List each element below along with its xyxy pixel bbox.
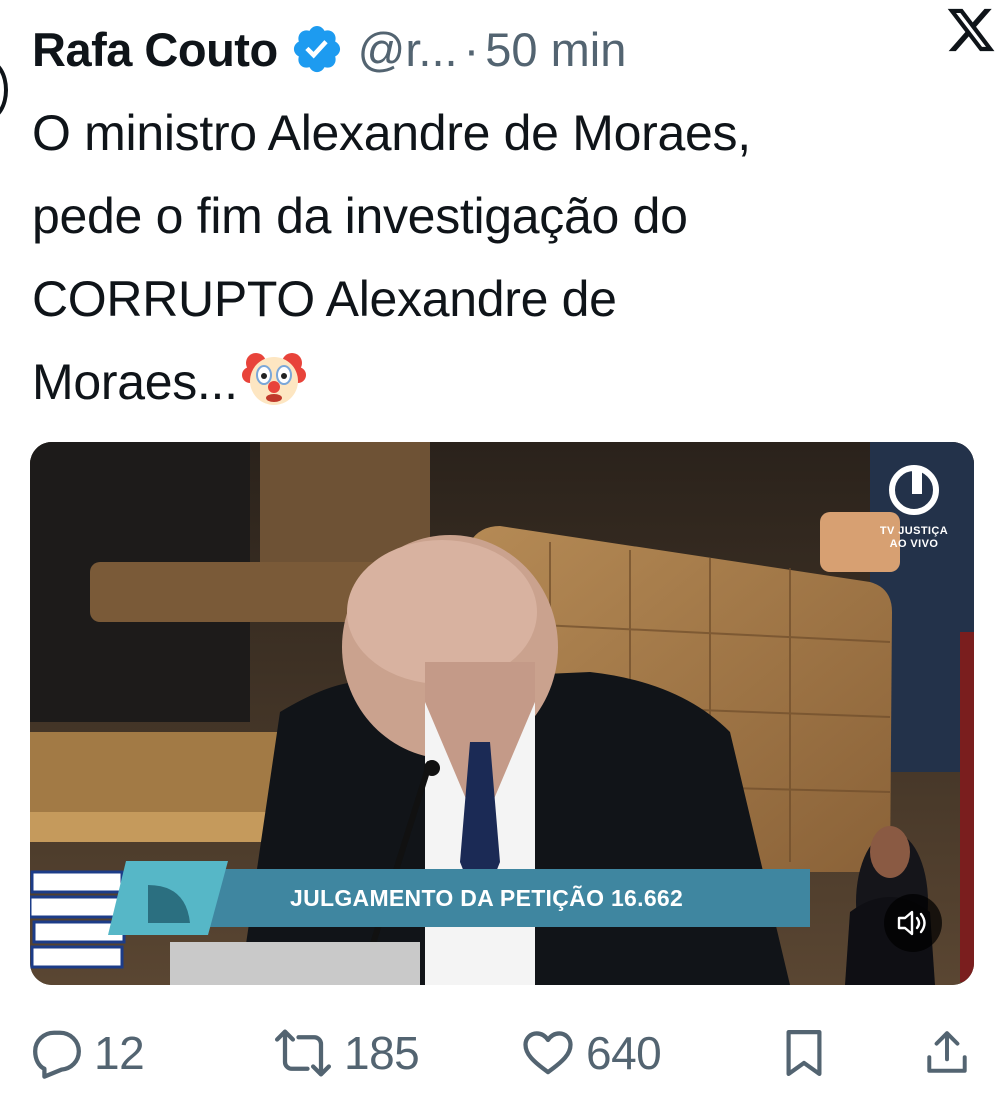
timestamp[interactable]: 50 min [485,22,626,77]
lower-third-caption: JULGAMENTO DA PETIÇÃO 16.662 [200,869,810,927]
tweet-actions: 12 185 640 [30,1018,980,1088]
video-player[interactable]: TV JUSTIÇA AO VIVO JULGAMENTO DA PETIÇÃO… [30,442,974,985]
repost-icon [274,1029,332,1077]
tweet-text: O ministro Alexandre de Moraes, pede o f… [32,92,982,424]
clown-face-emoji-icon [241,353,306,405]
share-button[interactable] [922,1018,972,1088]
avatar[interactable] [0,60,8,120]
reply-button[interactable]: 12 [30,1018,145,1088]
mute-button[interactable] [884,894,942,952]
x-logo-icon[interactable] [945,4,997,56]
reply-count: 12 [94,1027,145,1079]
tv-justica-logo-icon [889,465,939,515]
caption-text: JULGAMENTO DA PETIÇÃO 16.662 [290,884,684,911]
broadcaster-line-1: TV JUSTIÇA [879,525,949,537]
heart-icon [523,1031,573,1075]
author-handle[interactable]: @r... [358,22,458,77]
repost-button[interactable]: 185 [272,1018,420,1088]
tv-justica-badge: TV JUSTIÇA AO VIVO [872,464,956,551]
speaker-muted-icon [897,910,926,936]
like-count: 640 [586,1027,662,1079]
author-name[interactable]: Rafa Couto [32,22,278,77]
share-icon [927,1031,967,1073]
verified-badge-icon [293,25,340,73]
bookmark-button[interactable] [782,1018,826,1088]
reply-icon [33,1030,81,1079]
caption-emblem-icon [108,861,228,935]
bookmark-icon [786,1030,822,1076]
broadcaster-line-2: AO VIVO [889,538,939,550]
tweet-body: O ministro Alexandre de Moraes, pede o f… [32,105,751,410]
separator-dot: · [463,22,480,76]
repost-count: 185 [344,1027,420,1079]
tweet-header: Rafa Couto @r... · 50 min [32,14,972,84]
like-button[interactable]: 640 [520,1018,662,1088]
